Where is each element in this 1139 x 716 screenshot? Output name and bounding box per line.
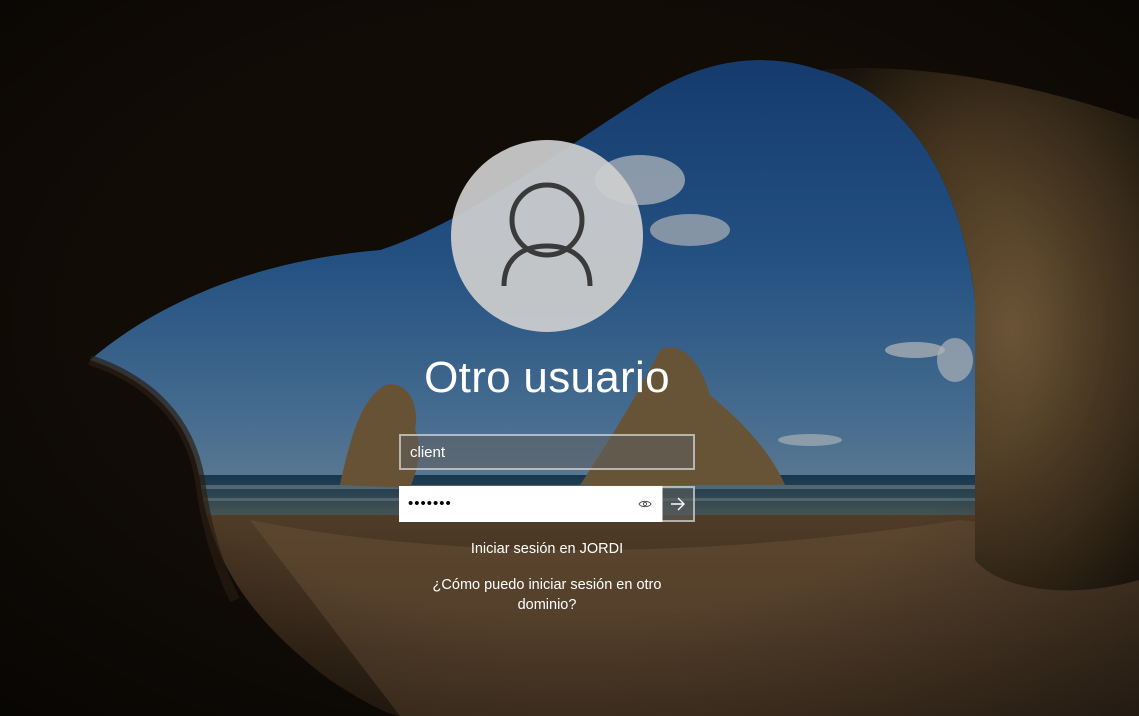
- user-silhouette-icon: [501, 182, 593, 287]
- user-display-name: Otro usuario: [424, 353, 670, 402]
- other-domain-link[interactable]: ¿Cómo puedo iniciar sesión en otro domin…: [422, 575, 672, 615]
- user-avatar: [451, 140, 643, 332]
- password-field[interactable]: [401, 488, 629, 520]
- submit-button[interactable]: [662, 486, 695, 522]
- sign-in-target: Iniciar sesión en JORDI: [470, 541, 624, 557]
- password-box: [399, 486, 663, 522]
- eye-icon[interactable]: [633, 492, 657, 516]
- arrow-right-icon: [670, 497, 685, 511]
- username-field[interactable]: [399, 434, 695, 470]
- lock-screen: Otro usuario Iniciar sesión en JORDI ¿Có…: [0, 0, 1139, 716]
